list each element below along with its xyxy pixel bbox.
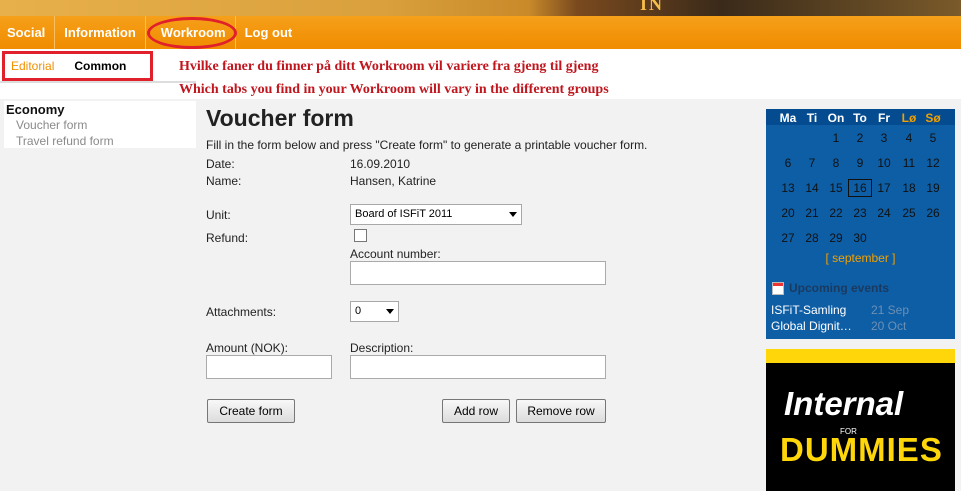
calendar-day[interactable]: 23 xyxy=(848,204,872,222)
name-label: Name: xyxy=(206,174,242,188)
voucher-form-panel: Voucher form Fill in the form below and … xyxy=(196,101,756,491)
calendar-day[interactable]: 10 xyxy=(872,154,896,172)
calendar-day[interactable]: 25 xyxy=(897,204,921,222)
subtab-bar: Editorial Common xyxy=(2,51,153,81)
refund-label: Refund: xyxy=(206,231,249,245)
chevron-down-icon xyxy=(509,212,517,217)
left-sidebar: Economy Voucher form Travel refund form xyxy=(4,101,196,148)
sidebar-section-economy: Economy xyxy=(6,102,65,117)
book-cover: Internal FOR DUMMIES xyxy=(766,363,955,491)
calendar-day[interactable]: 22 xyxy=(824,204,848,222)
calendar-day[interactable]: 21 xyxy=(800,204,824,222)
attachments-select-value: 0 xyxy=(355,305,362,317)
calendar-weekday: Lø xyxy=(901,111,917,125)
refund-checkbox[interactable] xyxy=(354,229,367,242)
top-banner: IN xyxy=(0,0,961,16)
event-date: 21 Sep xyxy=(871,303,910,317)
calendar-day[interactable]: 11 xyxy=(897,154,921,172)
unit-select-value: Board of ISFiT 2011 xyxy=(355,208,453,220)
calendar-day[interactable]: 7 xyxy=(800,154,824,172)
calendar-day[interactable]: 18 xyxy=(897,179,921,197)
calendar-weekday: Sø xyxy=(925,111,941,125)
book-ad[interactable]: Internal FOR DUMMIES xyxy=(766,349,955,491)
remove-row-button[interactable]: Remove row xyxy=(516,399,606,423)
upcoming-events-title: Upcoming events xyxy=(789,281,890,295)
calendar-day[interactable]: 3 xyxy=(872,129,896,147)
calendar-month-link[interactable]: [ september ] xyxy=(766,251,955,265)
calendar-day[interactable]: 15 xyxy=(824,179,848,197)
unit-select[interactable]: Board of ISFiT 2011 xyxy=(350,204,522,225)
calendar-weekday: To xyxy=(853,111,867,125)
attachments-label: Attachments: xyxy=(206,305,277,319)
calendar-day[interactable]: 20 xyxy=(776,204,800,222)
calendar-day[interactable]: 4 xyxy=(897,129,921,147)
calendar-day[interactable]: 17 xyxy=(872,179,896,197)
attachments-select[interactable]: 0 xyxy=(350,301,399,322)
event-date: 20 Oct xyxy=(871,319,907,333)
calendar-day[interactable]: 24 xyxy=(872,204,896,222)
name-value: Hansen, Katrine xyxy=(350,174,437,188)
sidebar-item-voucher-form[interactable]: Voucher form xyxy=(6,117,196,133)
nav-tab-information[interactable]: Information xyxy=(55,16,145,49)
calendar-day[interactable]: 12 xyxy=(921,154,945,172)
calendar-day[interactable]: 29 xyxy=(824,229,848,247)
date-value: 16.09.2010 xyxy=(350,157,411,171)
calendar-day[interactable]: 19 xyxy=(921,179,945,197)
chevron-down-icon xyxy=(386,309,394,314)
calendar-day[interactable]: 30 xyxy=(848,229,872,247)
upcoming-events-header: Upcoming events xyxy=(772,281,889,295)
calendar-day[interactable]: 26 xyxy=(921,204,945,222)
subtab-common[interactable]: Common xyxy=(68,59,132,73)
calendar-weekday: Ti xyxy=(806,111,818,125)
amount-input[interactable] xyxy=(206,355,332,379)
calendar-day[interactable]: 1 xyxy=(824,129,848,147)
form-instructions: Fill in the form below and press "Create… xyxy=(206,138,648,152)
calendar-icon xyxy=(772,281,784,295)
calendar-day[interactable]: 14 xyxy=(800,179,824,197)
event-link[interactable]: Global Dignit… xyxy=(771,319,852,333)
calendar-day[interactable]: 6 xyxy=(776,154,800,172)
banner-graphic: IN xyxy=(640,0,665,14)
unit-label: Unit: xyxy=(206,208,231,222)
main-nav: Social Information Workroom Log out xyxy=(0,16,961,49)
calendar-day[interactable]: 13 xyxy=(776,179,800,197)
calendar-day[interactable]: 27 xyxy=(776,229,800,247)
description-input[interactable] xyxy=(350,355,606,379)
calendar-weekday: Ma xyxy=(779,111,797,125)
calendar-day[interactable]: 9 xyxy=(848,154,872,172)
sidebar-item-travel-refund-form[interactable]: Travel refund form xyxy=(6,133,196,149)
nav-tab-social[interactable]: Social xyxy=(0,16,54,49)
subtab-underline xyxy=(0,81,196,83)
description-label: Description: xyxy=(350,341,414,355)
event-link[interactable]: ISFiT-Samling xyxy=(771,303,846,317)
annotation-english: Which tabs you find in your Workroom wil… xyxy=(179,82,609,97)
subtab-editorial[interactable]: Editorial xyxy=(5,59,60,73)
calendar-day-today[interactable]: 16 xyxy=(848,179,872,197)
calendar-weekday: Fr xyxy=(878,111,890,125)
amount-label: Amount (NOK): xyxy=(206,341,289,355)
add-row-button[interactable]: Add row xyxy=(442,399,510,423)
date-label: Date: xyxy=(206,157,235,171)
nav-tab-logout[interactable]: Log out xyxy=(236,16,302,49)
nav-tab-workroom[interactable]: Workroom xyxy=(152,16,235,49)
account-number-label: Account number: xyxy=(350,247,441,261)
calendar-weekday: On xyxy=(827,111,845,125)
calendar-day[interactable]: 5 xyxy=(921,129,945,147)
nav-separator xyxy=(144,16,146,49)
calendar-day[interactable]: 28 xyxy=(800,229,824,247)
page-title: Voucher form xyxy=(206,105,354,131)
calendar-day[interactable]: 8 xyxy=(824,154,848,172)
calendar-widget: Ma Ti On To Fr Lø Sø 1 2 3 4 5 6 7 8 9 10 11 12 13 14 15 16 17… xyxy=(766,109,955,339)
calendar-day[interactable]: 2 xyxy=(848,129,872,147)
book-title-line1: Internal xyxy=(784,385,904,422)
annotation-norwegian: Hvilke faner du finner på ditt Workroom … xyxy=(179,59,599,74)
account-number-input[interactable] xyxy=(350,261,606,285)
book-title-line3: DUMMIES xyxy=(780,431,943,468)
create-form-button[interactable]: Create form xyxy=(207,399,295,423)
